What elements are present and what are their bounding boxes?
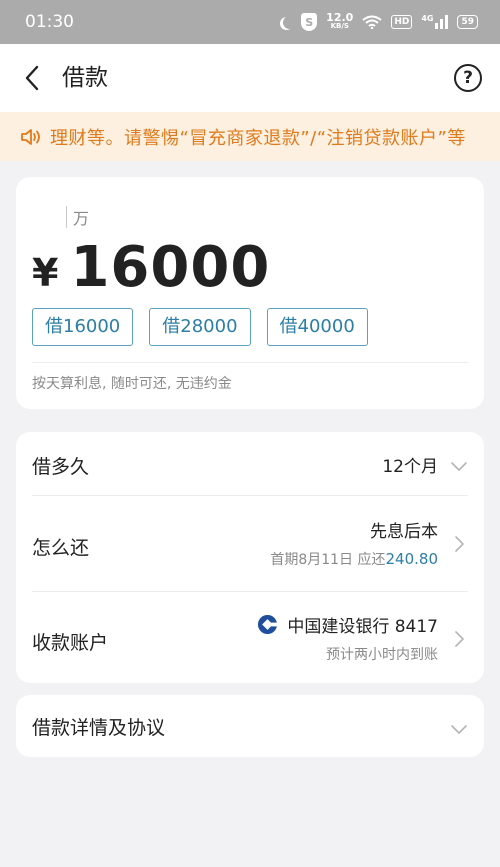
status-time: 01:30 [25, 12, 74, 32]
notice-bar[interactable]: 理财等。请警惕“冒充商家退款”/“注销贷款账户”等 [0, 112, 500, 161]
status-icons: S 12.0 KB/S HD 4G 59 [279, 11, 478, 31]
repay-label: 怎么还 [32, 537, 90, 559]
input-cursor [66, 206, 67, 228]
network-speed-unit: KB/S [330, 22, 349, 30]
payee-account-row[interactable]: 收款账户 中国建设银行 8417 预计两小时内到账 [32, 612, 468, 668]
chevron-down-icon [451, 462, 467, 471]
shield-icon: S [301, 13, 318, 31]
term-row[interactable]: 借多久 12个月 [32, 452, 468, 482]
wifi-icon [362, 15, 382, 29]
quick-amount-button[interactable]: 借16000 [32, 308, 134, 346]
amount-unit-label: 万 [73, 209, 90, 228]
status-bar: 01:30 S 12.0 KB/S HD 4G 59 [0, 0, 500, 44]
details-label: 借款详情及协议 [32, 717, 166, 739]
notice-text: 理财等。请警惕“冒充商家退款”/“注销贷款账户”等 [50, 127, 466, 149]
chevron-down-icon [451, 725, 467, 734]
page-title: 借款 [62, 65, 108, 91]
loan-options-card: 借多久 12个月 怎么还 先息后本 首期8月11日 应还240.80 收款账户 … [16, 432, 484, 683]
network-speed-value: 12.0 [326, 11, 354, 24]
repay-method: 先息后本 [370, 522, 438, 542]
loan-details-card[interactable]: 借款详情及协议 [16, 695, 484, 757]
divider [32, 362, 468, 363]
currency-symbol: ¥ [32, 251, 59, 295]
first-installment: 首期8月11日 应还240.80 [270, 549, 438, 569]
moon-icon [283, 16, 296, 29]
help-button[interactable]: ? [454, 64, 482, 92]
divider [32, 495, 468, 496]
signal-label: 4G [421, 14, 434, 23]
amount-value: 16000 [70, 235, 271, 300]
amount-input[interactable]: ¥ 16000 [32, 235, 270, 300]
account-label: 收款账户 [32, 632, 109, 654]
bank-name: 中国建设银行 8417 [287, 617, 438, 637]
interest-note: 按天算利息, 随时可还, 无违约金 [32, 376, 232, 392]
chevron-left-icon [25, 65, 39, 91]
bank-account: 中国建设银行 8417 [257, 612, 438, 637]
repay-method-row[interactable]: 怎么还 先息后本 首期8月11日 应还240.80 [32, 517, 468, 573]
divider [32, 591, 468, 592]
term-label: 借多久 [32, 456, 90, 478]
speaker-icon [21, 128, 40, 145]
quick-amount-button[interactable]: 借28000 [149, 308, 251, 346]
app-header: 借款 ? [0, 44, 500, 112]
first-installment-text: 首期8月11日 应还 [270, 552, 386, 568]
quick-amount-button[interactable]: 借40000 [266, 308, 368, 346]
arrival-time: 预计两小时内到账 [326, 647, 438, 663]
back-button[interactable] [16, 62, 48, 94]
signal-icon: 4G [421, 14, 449, 29]
hd-icon: HD [391, 15, 413, 29]
amount-card: 万 ¥ 16000 借16000 借28000 借40000 按天算利息, 随时… [16, 177, 484, 409]
battery-icon: 59 [457, 15, 478, 29]
chevron-right-icon [455, 631, 464, 647]
term-value: 12个月 [382, 457, 438, 477]
network-speed: 12.0 KB/S [326, 11, 354, 31]
first-installment-amount: 240.80 [385, 550, 439, 568]
chevron-right-icon [455, 536, 464, 552]
amount-unit-row: 万 [66, 205, 89, 229]
ccb-logo-icon [258, 614, 279, 635]
quick-amount-options: 借16000 借28000 借40000 [32, 308, 368, 346]
